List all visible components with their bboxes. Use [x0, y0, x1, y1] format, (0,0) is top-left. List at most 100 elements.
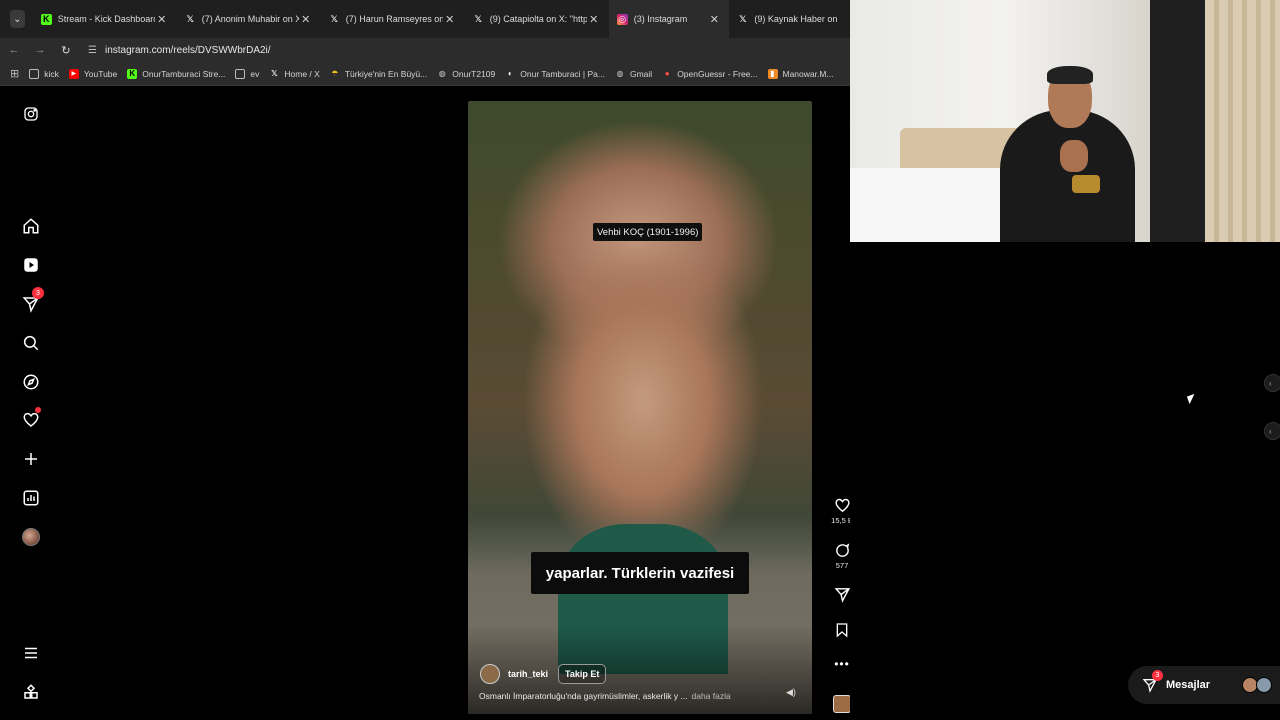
x-icon: 𝕏: [739, 13, 747, 24]
dashboard-chart-icon[interactable]: [20, 487, 42, 509]
bookmark-label: OnurT2109: [452, 68, 496, 79]
reels-icon[interactable]: [20, 254, 42, 276]
browser-tabstrip: ⌄ K Stream - Kick Dashboard ✕ 𝕏 (7) Anon…: [0, 0, 850, 38]
video-name-tag: Vehbi KOÇ (1901-1996): [593, 223, 703, 241]
messages-button[interactable]: 3 Mesajlar: [1128, 666, 1280, 704]
x-icon: 𝕏: [271, 69, 278, 78]
bookmark-gmail[interactable]: ◍ Gmail: [615, 69, 652, 79]
next-reel-icon[interactable]: ‹: [1264, 422, 1280, 440]
bookmark-manowar[interactable]: ▮ Manowar.M...: [767, 68, 834, 79]
globe-icon: ◍: [616, 69, 624, 78]
bookmark-label: ev: [250, 68, 260, 79]
heart-notifications-icon[interactable]: [20, 407, 42, 431]
search-icon[interactable]: [20, 332, 42, 354]
umbrella-icon: ☂: [331, 69, 339, 78]
close-icon[interactable]: ✕: [443, 13, 457, 26]
audio-thumbnail[interactable]: [833, 695, 851, 713]
kick-icon: K: [40, 13, 52, 25]
bookmark-label: Home / X: [284, 68, 320, 79]
webcam-overlay: [850, 0, 1280, 242]
webcam-shirt-logo: [1072, 175, 1100, 193]
browser-toolbar: ← → ↻ ☰ instagram.com/reels/DVSWWbrDA2i/: [0, 38, 850, 62]
kick-icon: K: [127, 68, 138, 79]
direct-messages-icon[interactable]: 3: [20, 287, 44, 315]
tab-instagram[interactable]: ◎ (3) Instagram ✕: [608, 0, 730, 38]
comment-bubble-icon: [835, 543, 849, 557]
bookmark-label: Onur Tamburaci | Pa...: [520, 68, 605, 79]
tab-label: Stream - Kick Dashboard: [57, 14, 155, 24]
audio-speaker-icon[interactable]: ◀): [786, 687, 796, 698]
close-icon[interactable]: ✕: [299, 13, 313, 26]
caption-text: Osmanlı İmparatorluğu'nda gayrimüslimler…: [479, 691, 688, 701]
apps-grid-icon[interactable]: ⊞: [10, 67, 19, 80]
caption-more-link[interactable]: daha fazla: [692, 691, 731, 701]
webcam-curtain: [1205, 0, 1280, 242]
instagram-page: 3 Vehbi KOÇ (1901-1996) yaparlar. Türkle…: [0, 87, 853, 720]
forward-arrow-icon[interactable]: →: [28, 44, 52, 56]
folder-icon: [235, 68, 246, 79]
back-arrow-icon[interactable]: ←: [2, 44, 26, 56]
site-settings-icon[interactable]: ☰: [88, 45, 97, 56]
author-avatar[interactable]: [480, 664, 500, 684]
heart-icon: [834, 498, 850, 513]
tab-label: (7) Harun Ramseyrеs on: [345, 14, 443, 24]
bookmark-turkiye[interactable]: ☂ Türkiye'nin En Büyü...: [330, 69, 427, 79]
also-from-meta-icon[interactable]: [20, 681, 42, 703]
previous-reel-icon[interactable]: ‹: [1264, 374, 1280, 392]
bookmark-patreon[interactable]: ◐ Onur Tamburaci | Pa...: [505, 69, 605, 79]
profile-avatar[interactable]: [20, 526, 42, 548]
x-icon: 𝕏: [330, 13, 338, 24]
close-icon[interactable]: ✕: [707, 13, 721, 26]
tab-kick-dashboard[interactable]: K Stream - Kick Dashboard ✕: [33, 0, 177, 38]
bookmark-label: Türkiye'nin En Büyü...: [344, 68, 428, 79]
globe-icon: ◍: [438, 69, 446, 78]
bookmark-label: kick: [44, 68, 59, 79]
share-send-icon: [834, 588, 850, 603]
tab-harun[interactable]: 𝕏 (7) Harun Ramseyrеs on ✕: [321, 0, 465, 38]
instagram-icon: ◎: [616, 13, 628, 25]
screen: ⌄ K Stream - Kick Dashboard ✕ 𝕏 (7) Anon…: [0, 0, 1280, 720]
reel-author: tarih_teki Takip Et: [480, 664, 607, 684]
avatar: [1256, 677, 1272, 693]
tab-label: (3) Instagram: [633, 14, 688, 24]
reload-icon[interactable]: ↻: [54, 44, 78, 57]
reel-caption: Osmanlı İmparatorluğu'nda gayrimüslimler…: [479, 691, 749, 701]
messages-badge: 3: [1152, 670, 1163, 681]
x-icon: 𝕏: [474, 13, 482, 24]
tab-search-chevron-icon[interactable]: ⌄: [10, 10, 25, 28]
create-plus-icon[interactable]: [20, 448, 42, 470]
tab-label: (9) Kaynak Haber on: [754, 14, 838, 24]
bookmark-icon: [836, 623, 848, 638]
instagram-logo-icon[interactable]: [20, 103, 42, 125]
webcam-person-hair: [1047, 66, 1093, 84]
webcam-person-hand: [1060, 140, 1088, 172]
tab-catapiolta[interactable]: 𝕏 (9) Catapiolta on X: "http: ✕: [465, 0, 609, 38]
explore-compass-icon[interactable]: [20, 371, 42, 393]
avatar: [22, 528, 40, 546]
address-bar[interactable]: ☰ instagram.com/reels/DVSWWbrDA2i/: [88, 40, 271, 60]
page-right-area: [850, 242, 1280, 720]
more-menu-icon[interactable]: [20, 642, 42, 664]
bookmark-youtube[interactable]: ▶ YouTube: [68, 68, 117, 79]
reel-video[interactable]: Vehbi KOÇ (1901-1996) yaparlar. Türkleri…: [468, 101, 812, 714]
ellipsis-icon: •••: [834, 657, 850, 671]
tab-kaynak-haber[interactable]: 𝕏 (9) Kaynak Haber on: [729, 0, 850, 38]
bookmark-onurtamburaci-stream[interactable]: K OnurTamburaci Stre...: [127, 68, 226, 79]
bookmark-orange-icon: ▮: [767, 68, 778, 79]
bookmark-label: OnurTamburaci Stre...: [142, 68, 226, 79]
close-icon[interactable]: ✕: [155, 13, 169, 26]
bookmark-openguessr[interactable]: ● OpenGuessr - Free...: [662, 69, 758, 79]
tab-anonim-muhabir[interactable]: 𝕏 (7) Anonim Muhabir on X: ✕: [177, 0, 321, 38]
notifications-badge: 3: [32, 287, 44, 299]
close-icon[interactable]: ✕: [587, 13, 601, 26]
follow-button[interactable]: Takip Et: [558, 664, 607, 684]
direct-message-icon: 3: [1142, 670, 1163, 693]
bookmark-kick[interactable]: kick: [29, 68, 59, 79]
x-icon: 𝕏: [186, 13, 194, 24]
bookmark-onurt2109[interactable]: ◍ OnurT2109: [437, 68, 496, 79]
author-username[interactable]: tarih_teki: [508, 669, 548, 679]
bookmark-ev[interactable]: ev: [235, 68, 260, 79]
bookmark-home-x[interactable]: 𝕏 Home / X: [269, 68, 320, 79]
home-icon[interactable]: [20, 215, 42, 237]
pin-icon: ●: [664, 69, 670, 78]
